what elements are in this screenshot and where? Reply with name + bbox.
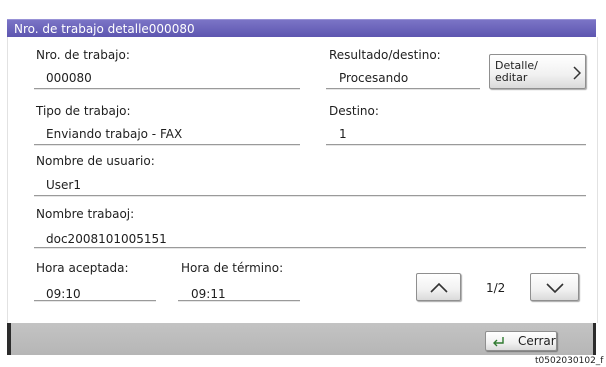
chevron-down-icon [546,283,564,294]
destination-label: Destino: [329,104,379,118]
accepted-time-underline [34,300,156,302]
window-title: Nro. de trabajo detalle000080 [14,22,195,36]
job-name-label: Nombre trabaoj: [36,207,135,221]
accepted-time-value: 09:10 [46,287,81,301]
document-code: t0502030102_f [535,356,604,366]
result-label: Resultado/destino: [329,48,441,62]
job-number-underline [34,88,300,90]
user-name-value: User1 [46,178,81,192]
end-time-underline [178,300,300,302]
close-button[interactable]: Cerrar [485,331,557,351]
destination-value: 1 [339,127,347,141]
end-time-label: Hora de término: [181,261,284,275]
detail-panel: Nro. de trabajo: 000080 Resultado/destin… [7,37,598,323]
title-bar: Nro. de trabajo detalle000080 [7,19,596,37]
return-arrow-icon [492,336,505,347]
accepted-time-label: Hora aceptada: [36,261,129,275]
page-down-button[interactable] [530,273,579,301]
footer-left-edge [7,323,11,355]
page-up-button[interactable] [416,273,461,301]
result-value: Procesando [339,71,409,85]
detail-edit-button-label: Detalle/ editar [495,59,538,84]
destination-underline [326,144,586,146]
detail-edit-button[interactable]: Detalle/ editar [489,54,586,89]
footer-right-edge [593,323,596,355]
job-number-value: 000080 [46,71,92,85]
close-button-label: Cerrar [518,334,556,348]
end-time-value: 09:11 [191,287,226,301]
job-type-value: Enviando trabajo - FAX [46,127,183,141]
job-name-underline [34,247,586,249]
job-number-label: Nro. de trabajo: [36,48,130,62]
user-name-underline [34,195,586,197]
user-name-label: Nombre de usuario: [36,154,155,168]
job-name-value: doc2008101005151 [46,232,167,246]
page-indicator: 1/2 [486,281,506,295]
result-underline [326,88,480,90]
chevron-up-icon [430,282,448,293]
job-type-underline [34,144,300,146]
chevron-right-icon [573,66,581,80]
job-type-label: Tipo de trabajo: [36,104,131,118]
job-detail-screen: Nro. de trabajo detalle000080 Nro. de tr… [0,0,606,367]
